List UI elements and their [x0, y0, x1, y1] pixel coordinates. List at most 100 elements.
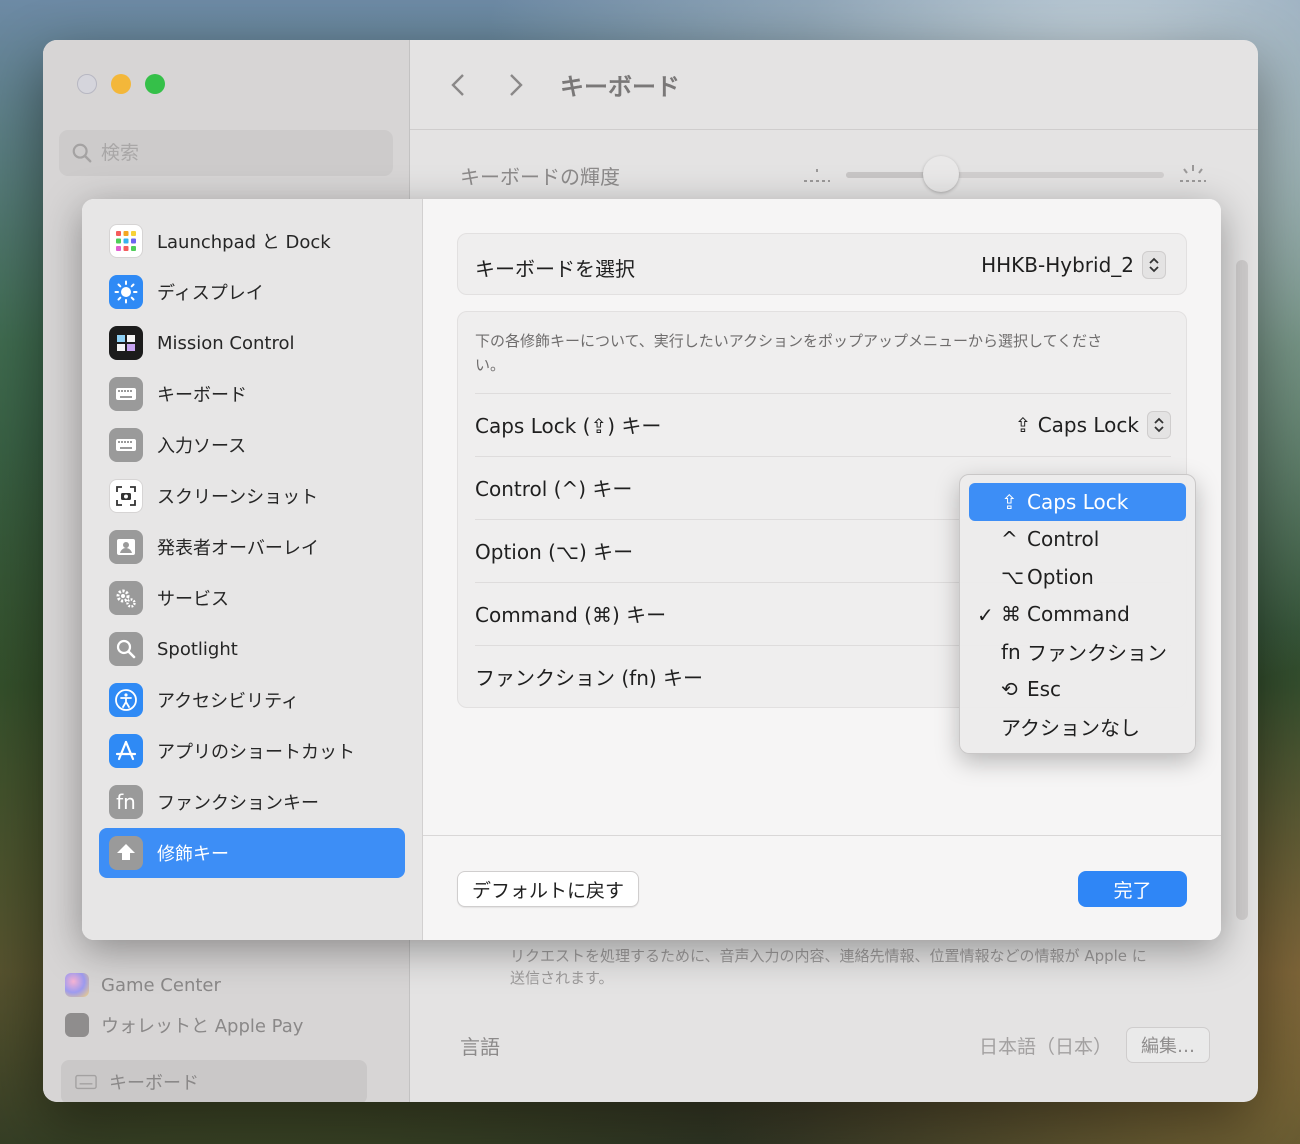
sheet-sidebar-item-input-sources[interactable]: 入力ソース — [99, 420, 405, 470]
sidebar-item-label: アプリのショートカット — [157, 742, 355, 763]
menu-item-control[interactable]: ^ Control — [969, 521, 1186, 559]
privacy-text: リクエストを処理するために、音声入力の内容、連絡先情報、位置情報などの情報が A… — [510, 947, 1147, 987]
modifier-row-label: Option (⌥) キー — [475, 540, 634, 564]
caps-lock-popup[interactable]: ⇪ Caps Lock — [1014, 410, 1171, 439]
menu-item-option[interactable]: ⌥ Option — [969, 558, 1186, 596]
sheet-sidebar-item-presenter-overlay[interactable]: 発表者オーバーレイ — [99, 522, 405, 572]
sidebar-item-label: ファンクションキー — [157, 793, 319, 814]
modifier-row-label: Caps Lock (⇪) キー — [475, 414, 662, 438]
modifier-row-label: ファンクション (fn) キー — [475, 666, 704, 690]
launchpad-icon — [109, 224, 143, 258]
sheet-sidebar-item-modifier-keys[interactable]: 修飾キー — [99, 828, 405, 878]
fn-icon: fn — [109, 785, 143, 819]
sidebar-item-label: キーボード — [157, 385, 247, 406]
modifier-row-caps-lock: Caps Lock (⇪) キー ⇪ Caps Lock — [475, 393, 1171, 455]
sheet-sidebar-item-display[interactable]: ディスプレイ — [99, 267, 405, 317]
menu-item-caps-lock[interactable]: ⇪ Caps Lock — [969, 483, 1186, 521]
menu-item-label: Option — [1027, 564, 1094, 589]
checkmark-icon: ✓ — [977, 602, 994, 627]
keyboard-icon — [75, 1074, 97, 1090]
scrollbar[interactable] — [1236, 260, 1248, 920]
spotlight-icon — [109, 632, 143, 666]
sidebar-item-game-center[interactable]: Game Center — [65, 965, 395, 1005]
game-center-icon — [65, 973, 89, 997]
modifier-row-label: Command (⌘) キー — [475, 603, 667, 627]
option-icon: ⌥ — [1001, 564, 1025, 589]
mission-control-icon — [109, 326, 143, 360]
menu-item-esc[interactable]: ⟲ Esc — [969, 671, 1186, 709]
minimize-window-button[interactable] — [111, 74, 131, 94]
sheet-sidebar-item-launchpad[interactable]: Launchpad と Dock — [99, 216, 405, 266]
sheet-sidebar-item-mission-control[interactable]: Mission Control — [99, 318, 405, 368]
sheet-sidebar-item-app-shortcuts[interactable]: アプリのショートカット — [99, 726, 405, 776]
modifier-row-value: ⇪ Caps Lock — [1014, 412, 1139, 437]
sidebar-item-label: 発表者オーバーレイ — [157, 538, 319, 559]
keyboard-brightness-row: キーボードの輝度 — [460, 155, 1210, 195]
sheet-sidebar-item-services[interactable]: サービス — [99, 573, 405, 623]
input-source-icon — [109, 428, 143, 462]
search-icon — [72, 143, 92, 163]
modifier-description: 下の各修飾キーについて、実行したいアクションをポップアップメニューから選択してく… — [475, 332, 1103, 374]
sidebar-list: Game Center ウォレットと Apple Pay — [65, 965, 395, 1045]
brightness-slider[interactable] — [846, 156, 1164, 192]
sidebar-item-label: サービス — [157, 589, 229, 610]
presenter-overlay-icon — [109, 530, 143, 564]
menu-item-label: Command — [1027, 602, 1130, 627]
sheet-sidebar-item-spotlight[interactable]: Spotlight — [99, 624, 405, 674]
fn-icon: fn — [1001, 639, 1021, 664]
keyboard-select-popup[interactable]: HHKB-Hybrid_2 — [981, 249, 1166, 281]
back-button[interactable] — [436, 63, 480, 107]
services-icon — [109, 581, 143, 615]
sidebar-item-label: ウォレットと Apple Pay — [101, 1016, 304, 1037]
brightness-knob[interactable] — [923, 156, 960, 192]
display-icon — [109, 275, 143, 309]
chevron-right-icon — [510, 73, 523, 96]
sheet-footer: デフォルトに戻す 完了 — [423, 835, 1221, 940]
sheet-sidebar-item-accessibility[interactable]: アクセシビリティ — [99, 675, 405, 725]
menu-item-label: Esc — [1027, 677, 1062, 702]
forward-button[interactable] — [494, 63, 538, 107]
language-label: 言語 — [460, 1034, 500, 1059]
menu-item-function[interactable]: fn ファンクション — [969, 633, 1186, 671]
control-icon: ^ — [1001, 527, 1018, 552]
screenshot-icon — [109, 479, 143, 513]
keyboard-select-value: HHKB-Hybrid_2 — [981, 253, 1134, 277]
search-field[interactable] — [59, 130, 393, 176]
keyboard-select-label: キーボードを選択 — [475, 257, 635, 281]
brightness-high-icon — [1180, 165, 1206, 182]
app-shortcuts-icon — [109, 734, 143, 768]
brightness-low-icon — [804, 169, 830, 182]
escape-icon: ⟲ — [1001, 677, 1018, 702]
restore-defaults-button[interactable]: デフォルトに戻す — [457, 871, 640, 907]
sidebar-item-label: Spotlight — [157, 638, 238, 660]
modifier-action-menu: ⇪ Caps Lock ^ Control ⌥ Option ✓ ⌘ Comma… — [959, 474, 1196, 754]
close-window-button[interactable] — [77, 74, 97, 94]
search-input[interactable] — [101, 142, 341, 164]
sidebar-item-label: Mission Control — [157, 332, 295, 354]
menu-item-label: アクションなし — [1001, 716, 1140, 741]
sidebar-item-label: Game Center — [101, 974, 221, 996]
sidebar-item-keyboard[interactable]: キーボード — [61, 1060, 367, 1102]
zoom-window-button[interactable] — [145, 74, 165, 94]
caps-lock-icon: ⇪ — [1001, 489, 1018, 514]
menu-item-command[interactable]: ✓ ⌘ Command — [969, 596, 1186, 634]
menu-item-no-action[interactable]: アクションなし — [969, 708, 1186, 746]
sheet-sidebar-item-keyboard[interactable]: キーボード — [99, 369, 405, 419]
toolbar: キーボード — [410, 40, 1258, 130]
sidebar-item-label: ディスプレイ — [157, 283, 264, 304]
sheet-sidebar-item-screenshot[interactable]: スクリーンショット — [99, 471, 405, 521]
language-value: 日本語（日本） — [978, 1035, 1112, 1058]
keyboard-select-card: キーボードを選択 HHKB-Hybrid_2 — [457, 233, 1187, 295]
done-button[interactable]: 完了 — [1078, 871, 1187, 907]
accessibility-icon — [109, 683, 143, 717]
updown-chevron-icon — [1142, 251, 1166, 279]
menu-item-label: ファンクション — [1027, 641, 1167, 666]
language-row: 言語 日本語（日本） 編集… — [460, 1025, 1210, 1065]
sheet-sidebar-item-function-keys[interactable]: fn ファンクションキー — [99, 777, 405, 827]
sidebar-item-wallet[interactable]: ウォレットと Apple Pay — [65, 1005, 395, 1045]
keyboard-icon — [109, 377, 143, 411]
edit-language-button[interactable]: 編集… — [1126, 1027, 1210, 1063]
brightness-label: キーボードの輝度 — [460, 164, 620, 189]
command-icon: ⌘ — [1001, 602, 1021, 627]
sidebar-item-label: 入力ソース — [157, 436, 247, 457]
